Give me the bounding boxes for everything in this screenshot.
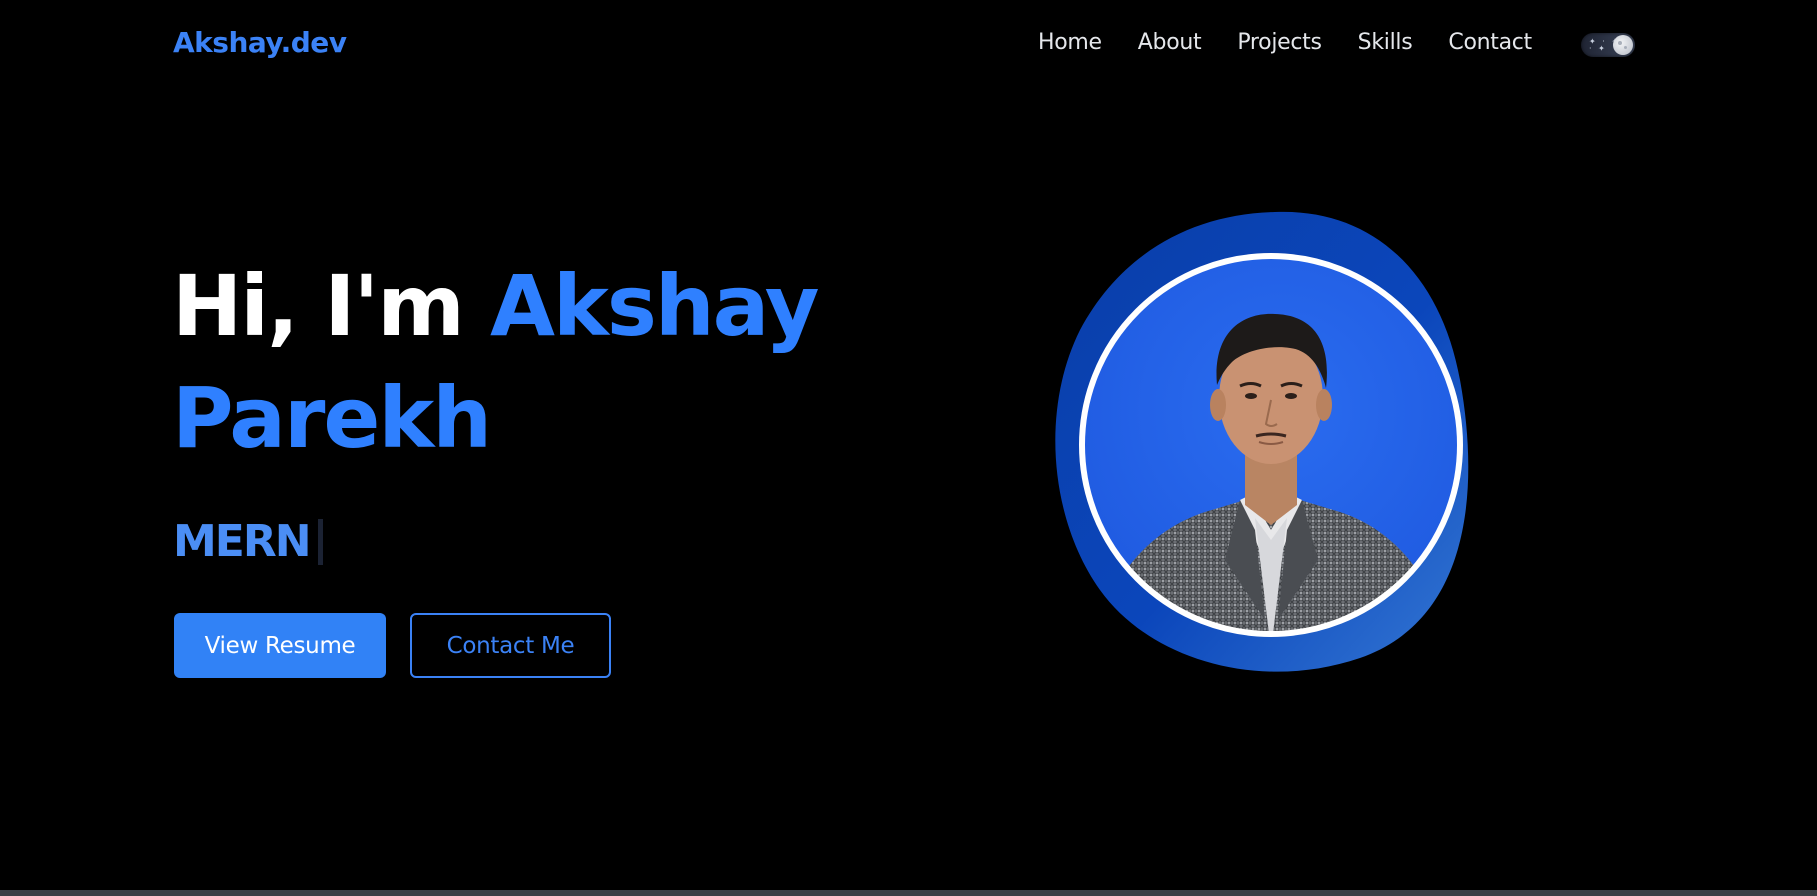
typed-role-text: MERN xyxy=(173,516,312,567)
brand-logo-link[interactable]: Akshay.dev xyxy=(173,26,347,59)
hero-last-name: Parekh xyxy=(172,369,492,467)
contact-me-button[interactable]: Contact Me xyxy=(410,613,611,678)
typed-role-line: MERN xyxy=(173,516,323,567)
profile-portrait xyxy=(1040,200,1500,680)
bottom-scrollbar-strip xyxy=(0,890,1817,896)
nav-links: Home About Projects Skills Contact xyxy=(1038,30,1532,55)
theme-toggle[interactable]: ✦ · ✧ · ✦ xyxy=(1581,33,1635,57)
portrait-svg xyxy=(1055,211,1469,672)
typing-cursor xyxy=(317,518,323,565)
view-resume-button[interactable]: View Resume xyxy=(174,613,386,678)
nav-link-home[interactable]: Home xyxy=(1038,30,1102,55)
navbar: Akshay.dev Home About Projects Skills Co… xyxy=(0,0,1817,92)
hero-greeting: Hi, I'm xyxy=(172,257,490,355)
hero-title: Hi, I'm Akshay Parekh xyxy=(172,250,932,474)
moon-toggle-icon xyxy=(1613,35,1633,55)
nav-link-contact[interactable]: Contact xyxy=(1448,30,1532,55)
nav-link-about[interactable]: About xyxy=(1138,30,1202,55)
nav-link-projects[interactable]: Projects xyxy=(1237,30,1322,55)
page: Akshay.dev Home About Projects Skills Co… xyxy=(0,0,1817,896)
nav-link-skills[interactable]: Skills xyxy=(1358,30,1413,55)
hero-first-name: Akshay xyxy=(490,257,820,355)
